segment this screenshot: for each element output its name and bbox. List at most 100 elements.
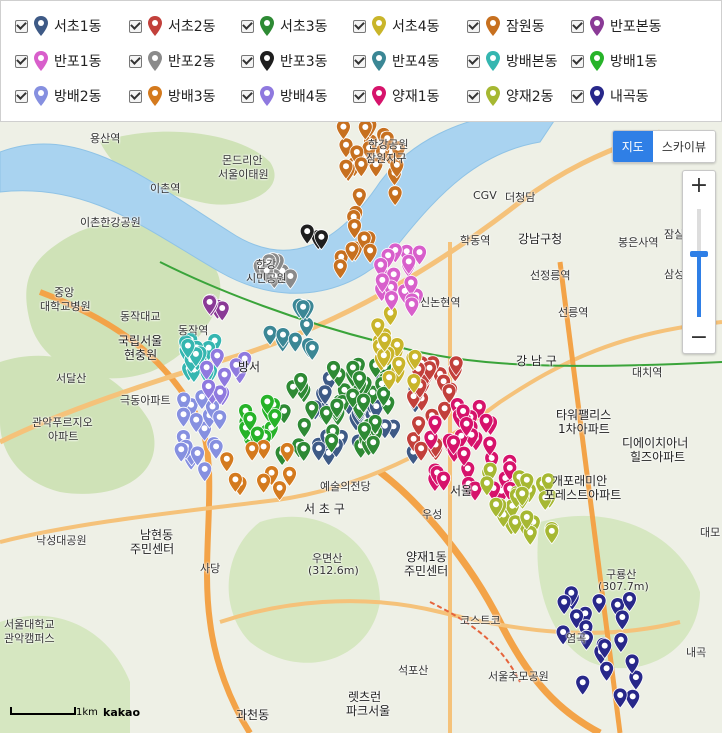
map-pin-icon: [486, 51, 500, 71]
district-filter-item[interactable]: 양재2동: [467, 81, 554, 111]
checkbox-checked[interactable]: [467, 19, 480, 33]
checkbox-checked[interactable]: [15, 89, 28, 103]
district-filter-label: 방배2동: [54, 89, 102, 105]
district-filter-label: 반포본동: [610, 19, 662, 35]
map-label: 선정릉역: [530, 269, 571, 282]
checkbox-checked[interactable]: [353, 54, 366, 68]
district-filter-item[interactable]: 반포2동: [129, 46, 216, 76]
district-filter-item[interactable]: 방배1동: [571, 46, 658, 76]
district-filter-item[interactable]: 반포1동: [15, 46, 102, 76]
checkbox-checked[interactable]: [241, 54, 254, 68]
district-filter-label: 내곡동: [610, 89, 649, 105]
map-pin-icon: [486, 86, 500, 106]
map-label: 대학교병원: [40, 300, 91, 313]
checkbox-checked[interactable]: [15, 54, 28, 68]
map-label: 신논현역: [420, 296, 461, 309]
map-label: 코스트코: [460, 614, 501, 627]
district-filter-label: 양재1동: [392, 89, 440, 105]
map-label: 극동아파트: [120, 394, 171, 407]
district-filter-item[interactable]: 반포4동: [353, 46, 440, 76]
map-pin-icon: [148, 86, 162, 106]
map-pin-icon: [148, 51, 162, 71]
checkbox-checked[interactable]: [15, 19, 28, 33]
map-label: 현충원: [124, 348, 158, 362]
checkbox-checked[interactable]: [467, 54, 480, 68]
checkbox-checked[interactable]: [129, 89, 142, 103]
map-pin-icon: [260, 86, 274, 106]
map-label: 이촌역: [150, 182, 181, 195]
district-filter-item[interactable]: 방배2동: [15, 81, 102, 111]
district-filter-item[interactable]: 방배3동: [129, 81, 216, 111]
checkbox-checked[interactable]: [353, 89, 366, 103]
district-filter-label: 잠원동: [506, 19, 545, 35]
filter-row-2: 반포1동 반포2동 반포3동 반포4동 방배본동 방배1동: [1, 46, 722, 76]
district-filter-label: 방배4동: [280, 89, 328, 105]
map-label: 석포산: [398, 664, 429, 677]
district-filter-label: 서초4동: [392, 19, 440, 35]
district-filter-item[interactable]: 잠원동: [467, 11, 545, 41]
map-label: 파크서울: [346, 704, 391, 718]
checkbox-checked[interactable]: [241, 19, 254, 33]
district-filter-item[interactable]: 반포3동: [241, 46, 328, 76]
map-label: 강남구청: [518, 232, 563, 246]
filter-row-3: 방배2동 방배3동 방배4동 양재1동 양재2동 내곡동: [1, 81, 722, 111]
map-pin-icon: [34, 86, 48, 106]
district-filter-item[interactable]: 반포본동: [571, 11, 662, 41]
map-pin-icon: [372, 51, 386, 71]
map-pin-icon: [34, 51, 48, 71]
map-label: 내곡: [686, 646, 707, 659]
zoom-out-button[interactable]: −: [683, 323, 715, 353]
district-filter-label: 서초1동: [54, 19, 102, 35]
map-label: 서울추모공원: [488, 670, 549, 683]
map-mode-button[interactable]: 지도: [612, 131, 653, 162]
district-filter-item[interactable]: 방배본동: [467, 46, 558, 76]
map-label: 과천동: [236, 708, 270, 722]
map-label: 예술의전당: [320, 480, 371, 493]
checkbox-checked[interactable]: [467, 89, 480, 103]
map-label: 우성: [422, 508, 443, 521]
skyview-mode-button[interactable]: 스카이뷰: [652, 131, 715, 162]
map-view[interactable]: 용산역 이촌역 이촌한강공원 한강공원 잠원지구 몬드리안 서울이태원 CGV …: [0, 122, 722, 733]
map-label: 학동역: [460, 234, 491, 247]
map-label: 포레스트아파트: [544, 488, 622, 502]
map-label: 선릉역: [558, 306, 589, 319]
map-pin-icon: [260, 51, 274, 71]
map-label: 동작대교: [120, 310, 161, 323]
checkbox-checked[interactable]: [129, 19, 142, 33]
checkbox-checked[interactable]: [571, 89, 584, 103]
map-label: 주민센터: [130, 542, 175, 556]
scale-label: 1km: [76, 707, 98, 718]
district-filter-item[interactable]: 서초3동: [241, 11, 328, 41]
map-label: 강 남 구: [516, 354, 557, 368]
map-type-toggle: 지도 스카이뷰: [611, 130, 716, 163]
district-filter-item[interactable]: 서초1동: [15, 11, 102, 41]
zoom-slider-fill: [697, 253, 701, 317]
map-label: 서울이태원: [218, 168, 269, 181]
district-filter-item[interactable]: 양재1동: [353, 81, 440, 111]
map-label: 사당: [200, 562, 221, 575]
checkbox-checked[interactable]: [353, 19, 366, 33]
map-label: 대모: [700, 526, 721, 539]
district-filter-item[interactable]: 내곡동: [571, 81, 649, 111]
map-label: 1차아파트: [558, 422, 610, 436]
district-filter-label: 양재2동: [506, 89, 554, 105]
checkbox-checked[interactable]: [241, 89, 254, 103]
map-label: 서달산: [56, 372, 87, 385]
map-label: 시민공원: [246, 272, 287, 285]
district-filter-label: 반포1동: [54, 54, 102, 70]
zoom-slider-handle[interactable]: [690, 251, 708, 257]
map-label: 방서: [238, 360, 261, 374]
map-pin-icon: [148, 16, 162, 36]
checkbox-checked[interactable]: [571, 54, 584, 68]
zoom-in-button[interactable]: +: [683, 171, 715, 201]
district-filter-item[interactable]: 서초2동: [129, 11, 216, 41]
district-filter-label: 방배3동: [168, 89, 216, 105]
district-filter-label: 반포2동: [168, 54, 216, 70]
district-filter-item[interactable]: 서초4동: [353, 11, 440, 41]
district-filter-item[interactable]: 방배4동: [241, 81, 328, 111]
map-label: 염곡: [566, 632, 587, 645]
checkbox-checked[interactable]: [129, 54, 142, 68]
checkbox-checked[interactable]: [571, 19, 584, 33]
map-label: 동작역: [178, 324, 209, 337]
kakao-logo: kakao: [103, 706, 141, 719]
